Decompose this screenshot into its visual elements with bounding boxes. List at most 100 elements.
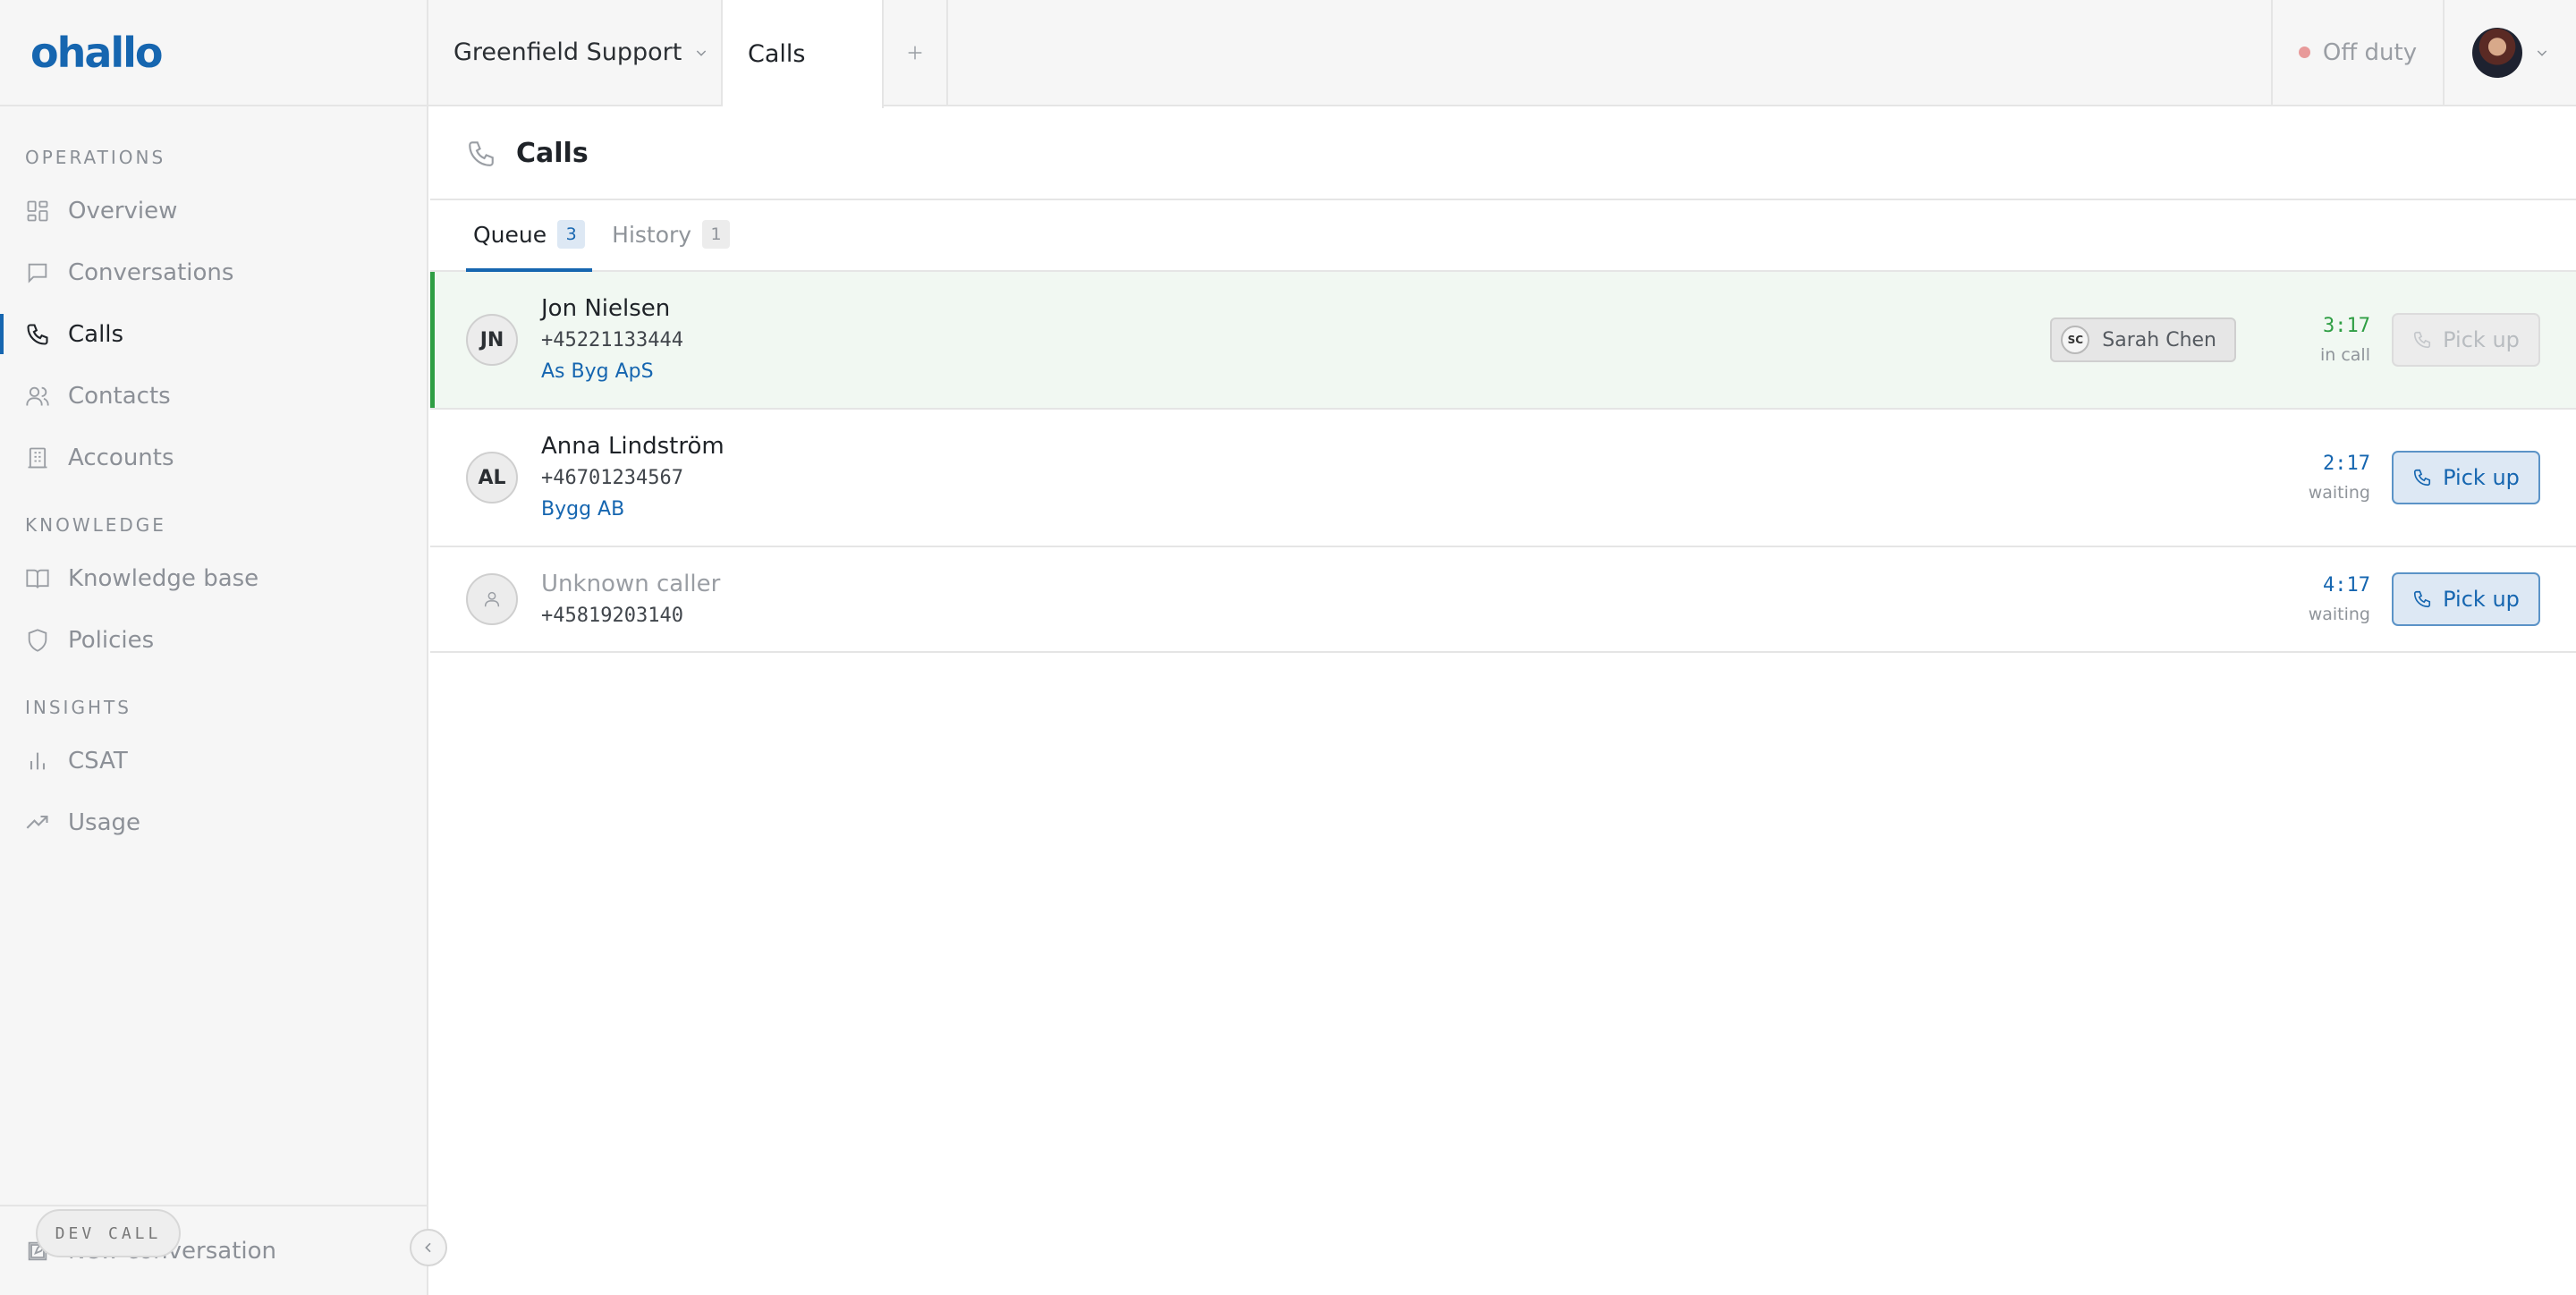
sidebar-item-contacts[interactable]: Contacts [0, 365, 427, 427]
chevron-left-icon [425, 1242, 431, 1253]
call-timer: 3:17 in call [2290, 311, 2370, 368]
caller-info: Jon Nielsen +45221133444 As Byg ApS [541, 292, 2050, 388]
duty-status-toggle[interactable]: Off duty [2271, 0, 2443, 105]
caller-company-link[interactable]: Bygg AB [541, 494, 2290, 526]
sidebar-item-label: Knowledge base [68, 564, 259, 592]
queue-count-badge: 3 [557, 220, 586, 249]
timer-value: 2:17 [2323, 453, 2370, 475]
sidebar-item-label: Usage [68, 808, 141, 836]
nav-section-insights: INSIGHTS CSAT Usage [0, 687, 427, 853]
sidebar-item-label: Overview [68, 197, 178, 224]
tab-history[interactable]: History 1 [605, 199, 737, 270]
status-label: Off duty [2322, 38, 2418, 66]
nav-section-knowledge: KNOWLEDGE Knowledge base Policies [0, 504, 427, 671]
workspace-selector[interactable]: Greenfield Support [428, 0, 723, 105]
chevron-down-icon [697, 49, 707, 56]
agent-avatar: SC [2061, 326, 2090, 354]
pick-up-label: Pick up [2443, 587, 2520, 612]
sidebar-item-calls[interactable]: Calls [0, 303, 427, 365]
call-state: in call [2319, 345, 2370, 365]
sidebar-item-csat[interactable]: CSAT [0, 730, 427, 791]
caller-avatar: JN [466, 314, 518, 366]
history-count-badge: 1 [702, 220, 731, 249]
sidebar-item-accounts[interactable]: Accounts [0, 427, 427, 488]
sidebar-item-label: Conversations [68, 258, 234, 286]
dev-call-badge[interactable]: DEV CALL [36, 1209, 181, 1257]
add-tab-button[interactable] [884, 0, 948, 105]
main-content: Calls Queue 3 History 1 JN Jon Nielsen +… [430, 108, 2576, 1295]
caller-avatar: AL [466, 452, 518, 504]
app-logo[interactable]: ohallo [30, 29, 164, 77]
tab-queue[interactable]: Queue 3 [466, 199, 593, 272]
sidebar-item-overview[interactable]: Overview [0, 180, 427, 241]
tab-calls[interactable]: Calls [723, 0, 884, 108]
call-row[interactable]: JN Jon Nielsen +45221133444 As Byg ApS S… [430, 272, 2576, 410]
book-icon [26, 569, 49, 588]
pick-up-label: Pick up [2443, 465, 2520, 490]
sidebar-item-label: Accounts [68, 444, 174, 471]
caller-name: Unknown caller [541, 571, 721, 597]
phone-icon [469, 140, 494, 166]
sidebar-item-label: Policies [68, 626, 155, 654]
collapse-sidebar-button[interactable] [410, 1229, 447, 1266]
shield-icon [28, 628, 47, 652]
calls-tabs: Queue 3 History 1 [430, 200, 2576, 272]
pick-up-button[interactable]: Pick up [2392, 451, 2540, 504]
caller-phone: +46701234567 [541, 467, 683, 489]
pick-up-button[interactable]: Pick up [2392, 572, 2540, 626]
nav-heading-operations: OPERATIONS [25, 147, 166, 168]
call-state: waiting [2308, 605, 2370, 624]
nav-heading-knowledge: KNOWLEDGE [25, 514, 166, 536]
profile-menu[interactable] [2443, 0, 2576, 105]
page-header: Calls [430, 108, 2576, 200]
sidebar: ohallo OPERATIONS Overview Conversations… [0, 0, 428, 1295]
grid-icon [27, 200, 48, 221]
caller-name: Jon Nielsen [541, 295, 671, 322]
sidebar-item-usage[interactable]: Usage [0, 791, 427, 853]
chevron-down-icon [2537, 49, 2546, 56]
bar-chart-icon [30, 752, 46, 769]
caller-company-link[interactable]: As Byg ApS [541, 356, 2050, 388]
caller-phone: +45819203140 [541, 605, 683, 627]
page-title: Calls [516, 138, 589, 169]
sidebar-item-label: CSAT [68, 747, 128, 774]
timer-value: 3:17 [2323, 315, 2370, 337]
tab-calls-label: Calls [748, 40, 806, 68]
status-dot [2298, 47, 2310, 58]
logo-area: ohallo [0, 0, 427, 106]
building-icon [28, 447, 47, 468]
sidebar-nav: OPERATIONS Overview Conversations Calls … [0, 106, 427, 853]
tab-label: Queue [473, 221, 547, 248]
caller-name: Anna Lindström [541, 433, 724, 460]
sidebar-item-knowledge-base[interactable]: Knowledge base [0, 547, 427, 609]
timer-value: 4:17 [2323, 574, 2370, 597]
call-state: waiting [2308, 483, 2370, 503]
trending-icon [26, 815, 48, 829]
chat-icon [28, 263, 47, 284]
user-icon [484, 591, 500, 607]
phone-icon [2414, 469, 2431, 487]
caller-phone: +45221133444 [541, 329, 683, 351]
call-timer: 2:17 waiting [2290, 449, 2370, 506]
caller-info: Unknown caller +45819203140 [541, 567, 2290, 631]
nav-heading-insights: INSIGHTS [25, 697, 131, 718]
nav-section-operations: OPERATIONS Overview Conversations Calls … [0, 106, 427, 488]
phone-icon [27, 323, 48, 345]
avatar [2471, 27, 2522, 78]
phone-icon [2414, 590, 2431, 608]
sidebar-item-conversations[interactable]: Conversations [0, 241, 427, 303]
call-row[interactable]: AL Anna Lindström +46701234567 Bygg AB 2… [430, 410, 2576, 547]
workspace-name: Greenfield Support [453, 38, 682, 66]
call-row[interactable]: Unknown caller +45819203140 4:17 waiting… [430, 547, 2576, 653]
sidebar-item-label: Contacts [68, 382, 171, 410]
call-timer: 4:17 waiting [2290, 571, 2370, 628]
caller-info: Anna Lindström +46701234567 Bygg AB [541, 429, 2290, 526]
sidebar-item-policies[interactable]: Policies [0, 609, 427, 671]
phone-icon [2414, 331, 2431, 349]
pick-up-label: Pick up [2443, 327, 2520, 352]
pick-up-button[interactable]: Pick up [2392, 313, 2540, 367]
plus-icon [908, 46, 922, 59]
users-icon [26, 386, 49, 405]
agent-name: Sarah Chen [2102, 328, 2216, 351]
top-bar: Greenfield Support Calls Off duty [428, 0, 2576, 108]
